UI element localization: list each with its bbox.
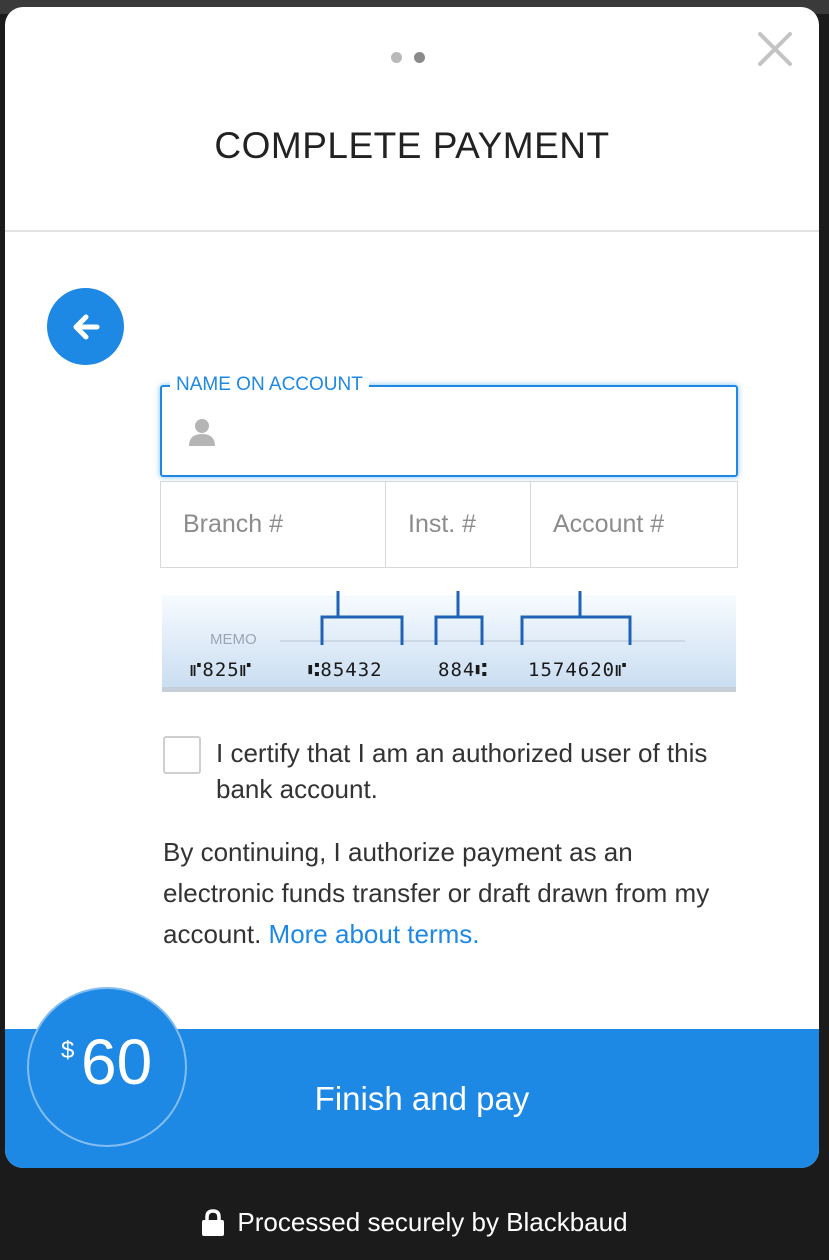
cheque-illustration: MEMO ⑈825⑈ ⑆85432 884⑆ 1574620⑈ — [162, 591, 736, 692]
cheque-memo-label: MEMO — [210, 631, 257, 648]
cheque-number: ⑈825⑈ — [190, 659, 252, 681]
branch-cell — [161, 482, 386, 567]
name-on-account-field[interactable]: NAME ON ACCOUNT — [160, 374, 738, 477]
payment-modal: COMPLETE PAYMENT NAME ON ACCOUNT Branch … — [5, 7, 819, 1168]
step-indicator — [391, 52, 425, 63]
footer-text: Processed securely by Blackbaud — [237, 1207, 628, 1237]
name-on-account-label: NAME ON ACCOUNT — [170, 374, 369, 396]
close-icon — [758, 32, 792, 66]
institution-cell — [386, 482, 531, 567]
cheque-branch-digits: ⑆85432 — [308, 659, 383, 681]
branch-input[interactable] — [161, 482, 385, 567]
amount-value: 60 — [81, 1026, 153, 1098]
cheque-account-digits: 1574620⑈ — [528, 659, 627, 681]
step-dot — [391, 52, 402, 63]
name-on-account-input[interactable] — [222, 407, 722, 457]
account-input[interactable] — [531, 482, 737, 567]
certify-checkbox[interactable] — [163, 736, 201, 774]
footer: Processed securely by Blackbaud — [0, 1207, 829, 1244]
arrow-left-icon — [73, 314, 99, 339]
modal-title: COMPLETE PAYMENT — [214, 125, 610, 166]
amount-badge: $ 60 — [27, 987, 187, 1147]
cheque-institution-digits: 884⑆ — [438, 659, 488, 681]
person-icon — [189, 419, 215, 446]
bank-details-row — [160, 481, 738, 568]
account-cell — [531, 482, 737, 567]
institution-input[interactable] — [386, 482, 530, 567]
certify-text: I certify that I am an authorized user o… — [216, 738, 708, 804]
terms-paragraph: By continuing, I authorize payment as an… — [163, 832, 743, 955]
currency-symbol: $ — [61, 1037, 75, 1064]
back-button[interactable] — [47, 288, 124, 365]
step-dot-active — [414, 52, 425, 63]
header-divider — [5, 230, 819, 232]
lock-icon — [202, 1208, 225, 1236]
more-about-terms-link[interactable]: More about terms. — [269, 919, 480, 949]
close-button[interactable] — [755, 29, 795, 69]
